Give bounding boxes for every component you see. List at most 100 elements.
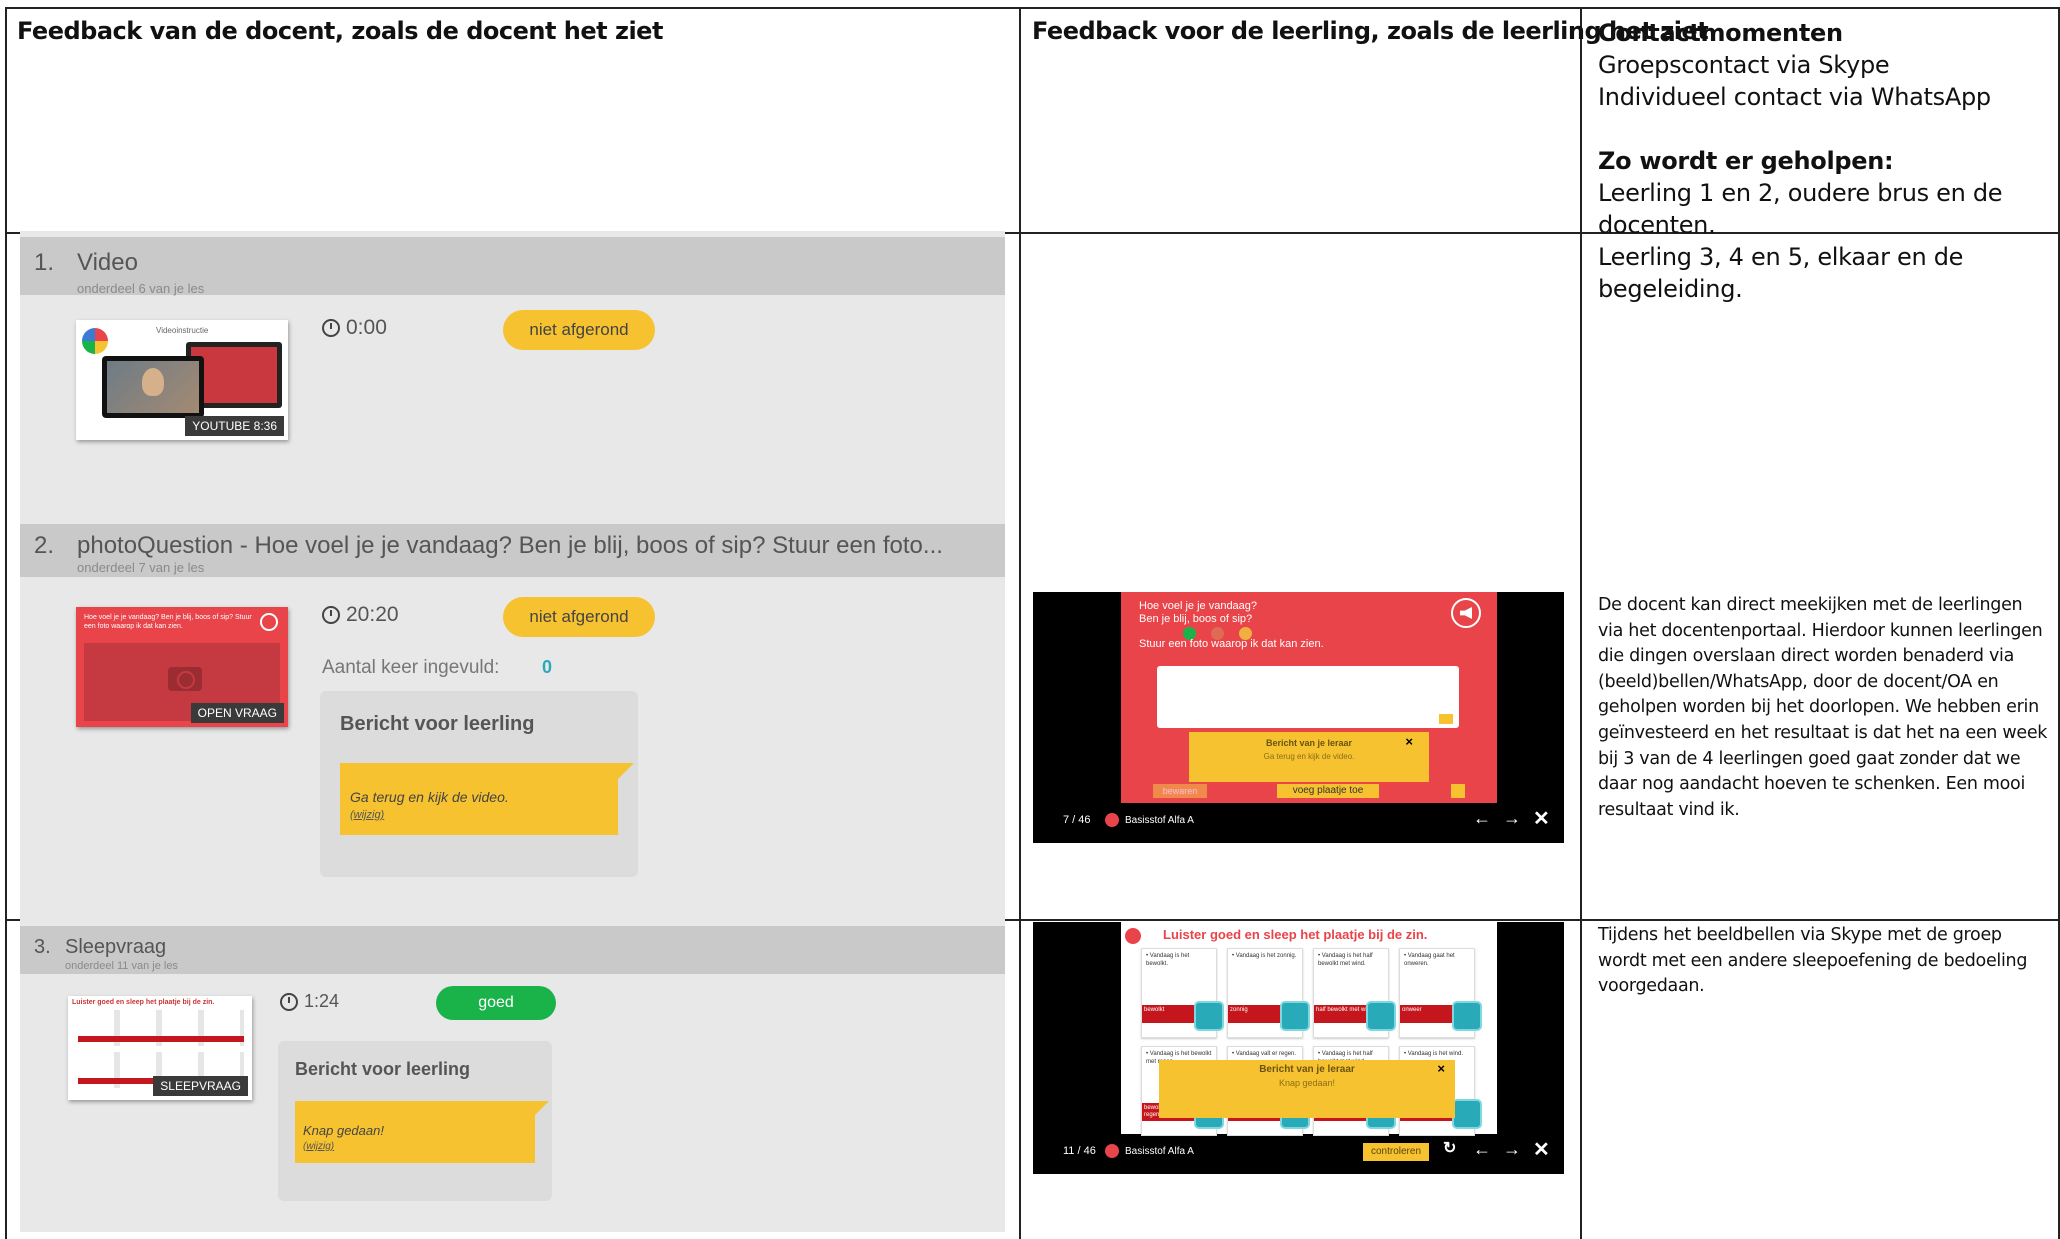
drag-card-item[interactable]: • Vandaag gaat het onweren. onweer bbox=[1399, 948, 1482, 1038]
section-3-subtitle: onderdeel 11 van je les bbox=[65, 960, 178, 972]
message-title-2: Bericht voor leerling bbox=[340, 713, 535, 735]
record-dot-icon bbox=[1105, 1144, 1119, 1158]
section-2-number: 2. bbox=[34, 532, 55, 559]
table-border-top bbox=[5, 7, 2060, 9]
close-icon[interactable]: × bbox=[1437, 1061, 1445, 1076]
section-1-title: Video bbox=[77, 249, 138, 276]
thumb-caption: Videoinstructie bbox=[156, 326, 209, 335]
drag-card-text: • Vandaag is het wind. bbox=[1404, 1051, 1464, 1057]
weather-picture-icon[interactable] bbox=[1366, 1001, 1396, 1031]
popup-message-2: Knap gedaan! bbox=[1278, 1078, 1336, 1088]
message-text-3: Knap gedaan! bbox=[303, 1123, 384, 1138]
section-3-title: Sleepvraag bbox=[65, 936, 167, 958]
section-3-header[interactable]: 3. Sleepvraag onderdeel 11 van je les bbox=[20, 926, 1005, 974]
table-divider-1 bbox=[1019, 7, 1021, 1239]
popup-title: Bericht van je leraar bbox=[1265, 738, 1353, 748]
arrow-left-icon[interactable]: ← bbox=[1473, 808, 1491, 829]
arrow-right-icon[interactable]: → bbox=[1503, 808, 1521, 829]
section-3-number: 3. bbox=[34, 936, 51, 958]
thumb-question-text: Hoe voel je je vandaag? Ben je blij, boo… bbox=[84, 614, 252, 630]
count-value: 0 bbox=[542, 657, 553, 677]
drag-card-text: • Vandaag is het bewolkt. bbox=[1146, 953, 1190, 967]
tablet-shape bbox=[102, 356, 204, 418]
message-text-2: Ga terug en kijk de video. bbox=[350, 789, 509, 805]
thumb-label-youtube: YOUTUBE 8:36 bbox=[185, 416, 284, 436]
student-screen-drag-question: Luister goed en sleep het plaatje bij de… bbox=[1033, 922, 1564, 1174]
record-dot-icon bbox=[1105, 813, 1119, 827]
section-1-number: 1. bbox=[34, 249, 55, 276]
photo-answer-area[interactable] bbox=[1157, 666, 1459, 728]
table-border-left bbox=[5, 7, 7, 1239]
weather-picture-icon[interactable] bbox=[1452, 1001, 1482, 1031]
question-line-2: Ben je blij, boos of sip? bbox=[1139, 613, 1253, 625]
section-1-time: 0:00 bbox=[322, 316, 387, 340]
arrow-left-icon[interactable]: ← bbox=[1473, 1139, 1491, 1160]
thumb-drag-title: Luister goed en sleep het plaatje bij de… bbox=[72, 999, 215, 1006]
section-1-time-value: 0:00 bbox=[346, 316, 387, 339]
teacher-portal-panel: 1. Video onderdeel 6 van je les Videoins… bbox=[20, 231, 1005, 1232]
header-teacher-feedback: Feedback van de docent, zoals de docent … bbox=[17, 17, 663, 45]
student-screen-photo-question: Hoe voel je je vandaag? Ben je blij, boo… bbox=[1033, 592, 1564, 843]
logo-icon bbox=[82, 328, 108, 354]
clock-icon bbox=[322, 319, 340, 337]
photo-question-thumbnail[interactable]: Hoe voel je je vandaag? Ben je blij, boo… bbox=[76, 607, 288, 727]
clock-icon bbox=[280, 992, 298, 1011]
section-1-subtitle: onderdeel 6 van je les bbox=[77, 281, 205, 296]
header-contact: Contactmomenten bbox=[1598, 19, 1843, 47]
contact-cell: Contactmomenten Groepscontact via Skype … bbox=[1598, 17, 2058, 305]
message-note-2: Ga terug en kijk de video. (wijzig) bbox=[340, 763, 634, 835]
weather-picture-icon[interactable] bbox=[1194, 1001, 1224, 1031]
drag-card-item[interactable]: • Vandaag is het zonnig. zonnig bbox=[1227, 948, 1310, 1038]
question-card: Hoe voel je je vandaag? Ben je blij, boo… bbox=[1121, 592, 1497, 803]
drag-card-item[interactable]: • Vandaag is het half bewolkt met wind.h… bbox=[1313, 948, 1396, 1038]
progress-counter-1: 7 / 46 bbox=[1063, 814, 1091, 826]
section-2-subtitle: onderdeel 7 van je les bbox=[77, 560, 205, 575]
lesson-name-1: Basisstof Alfa A bbox=[1125, 815, 1194, 826]
trash-icon[interactable] bbox=[1451, 784, 1465, 798]
teacher-popup: Bericht van je leraar Ga terug en kijk d… bbox=[1189, 732, 1429, 782]
section-2-title: photoQuestion - Hoe voel je je vandaag? … bbox=[77, 532, 943, 559]
weather-picture-icon[interactable] bbox=[1280, 1001, 1310, 1031]
close-lesson-icon[interactable]: ✕ bbox=[1533, 1137, 1550, 1162]
close-lesson-icon[interactable]: ✕ bbox=[1533, 806, 1550, 831]
contact-individual: Individueel contact via WhatsApp bbox=[1598, 83, 1991, 111]
redo-icon[interactable]: ↻ bbox=[1443, 1138, 1456, 1158]
drag-title: Luister goed en sleep het plaatje bij de… bbox=[1163, 927, 1428, 942]
add-picture-button[interactable]: voeg plaatje toe bbox=[1277, 784, 1379, 798]
speaker-icon[interactable] bbox=[1451, 598, 1481, 628]
help-line-1: Leerling 1 en 2, oudere brus en de docen… bbox=[1598, 179, 2003, 239]
edit-link-2[interactable]: (wijzig) bbox=[350, 809, 384, 821]
drag-question-thumbnail[interactable]: Luister goed en sleep het plaatje bij de… bbox=[68, 996, 252, 1100]
drag-card-text: • Vandaag is het half bewolkt met wind. bbox=[1318, 953, 1373, 967]
drag-card-text: • Vandaag gaat het onweren. bbox=[1404, 953, 1455, 967]
note-row-3: Tijdens het beeldbellen via Skype met de… bbox=[1598, 925, 2028, 997]
thumb-label-open-vraag: OPEN VRAAG bbox=[190, 703, 284, 723]
message-box-3: Bericht voor leerling Knap gedaan! (wijz… bbox=[278, 1041, 552, 1201]
close-icon[interactable]: × bbox=[1405, 734, 1413, 749]
speaker-icon bbox=[260, 613, 278, 631]
video-thumbnail[interactable]: Videoinstructie YOUTUBE 8:36 bbox=[76, 320, 288, 440]
help-title: Zo wordt er geholpen: bbox=[1598, 147, 1894, 175]
edit-link-3[interactable]: (wijzig) bbox=[303, 1141, 334, 1152]
speaker-icon[interactable] bbox=[1125, 928, 1141, 944]
section-2-time: 20:20 bbox=[322, 603, 399, 627]
drag-card: Luister goed en sleep het plaatje bij de… bbox=[1121, 922, 1497, 1136]
arrow-right-icon[interactable]: → bbox=[1503, 1139, 1521, 1160]
save-button[interactable]: bewaren bbox=[1153, 784, 1207, 798]
thumb-label-sleepvraag: SLEEPVRAAG bbox=[153, 1076, 248, 1096]
drag-card-item[interactable]: • Vandaag is het bewolkt. bewolkt bbox=[1141, 948, 1224, 1038]
clock-icon bbox=[322, 606, 340, 624]
question-line-3: Stuur een foto waarop ik dat kan zien. bbox=[1139, 638, 1324, 650]
drag-card-text: • Vandaag valt er regen. bbox=[1232, 1051, 1297, 1057]
help-line-2: Leerling 3, 4 en 5, elkaar en de begelei… bbox=[1598, 243, 1964, 303]
section-2-header[interactable]: 2. photoQuestion - Hoe voel je je vandaa… bbox=[20, 524, 1005, 577]
section-3-time-value: 1:24 bbox=[304, 991, 340, 1011]
popup-title-2: Bericht van je leraar bbox=[1259, 1064, 1355, 1075]
check-button[interactable]: controleren bbox=[1363, 1143, 1429, 1161]
status-badge-goed: goed bbox=[436, 986, 556, 1020]
teacher-popup-2: Bericht van je leraar Knap gedaan! × bbox=[1159, 1060, 1455, 1118]
question-line-1: Hoe voel je je vandaag? bbox=[1139, 600, 1258, 612]
section-1-header[interactable]: 1. Video onderdeel 6 van je les bbox=[20, 237, 1005, 296]
note-row-2: De docent kan direct meekijken met de le… bbox=[1598, 595, 2048, 820]
weather-picture-icon[interactable] bbox=[1452, 1099, 1482, 1129]
